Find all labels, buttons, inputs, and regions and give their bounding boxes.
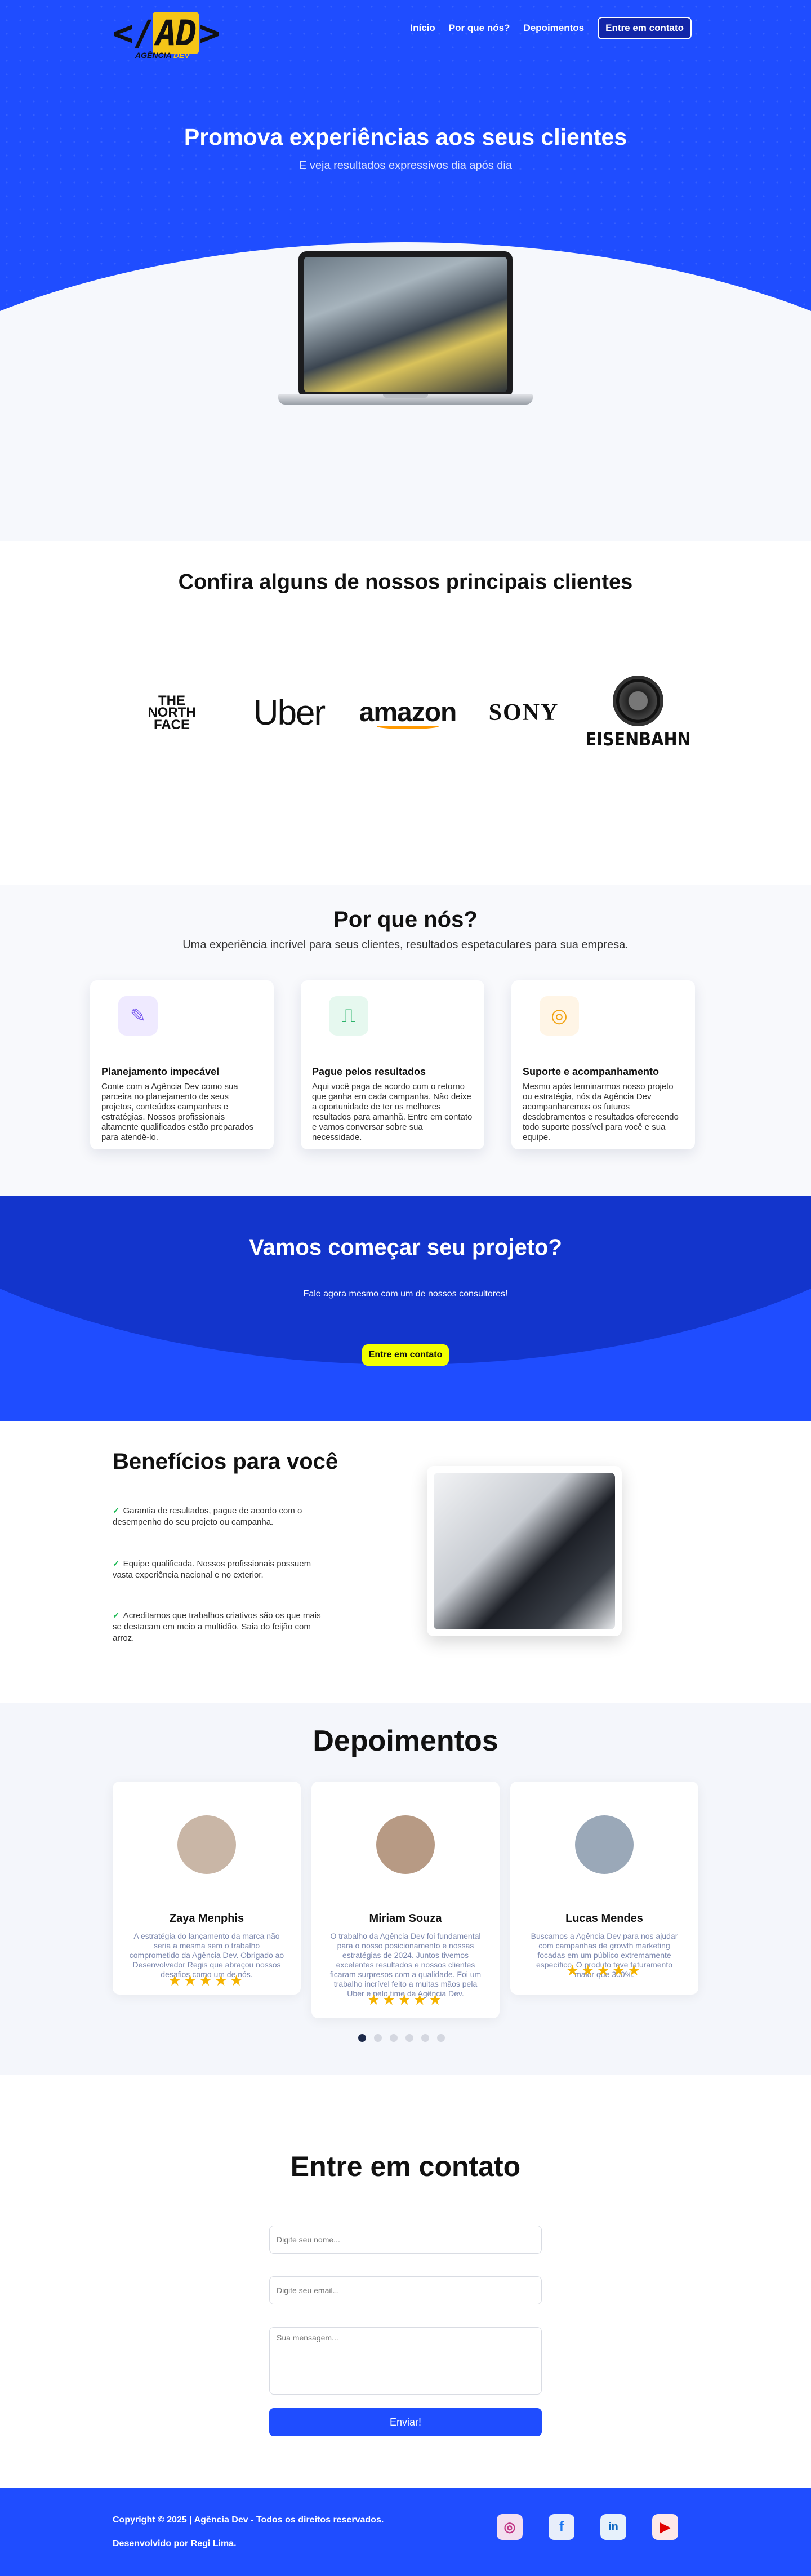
cta-subtitle: Fale agora mesmo com um de nossos consul… <box>303 1289 508 1299</box>
clients-title: Confira alguns de nossos principais clie… <box>178 570 633 594</box>
why-card-text: Mesmo após terminarmos nosso projeto ou … <box>523 1082 679 1142</box>
testimonial-text: O trabalho da Agência Dev foi fundamenta… <box>329 1931 482 1998</box>
copyright-text: Copyright © 2025 | Agência Dev - Todos o… <box>113 2515 384 2525</box>
testimonials-title: Depoimentos <box>313 1725 498 1757</box>
why-card: ✎ Planejamento impecável Conte com a Agê… <box>90 980 274 1149</box>
carousel-dot[interactable] <box>421 2034 429 2042</box>
carousel-pagination <box>358 2034 445 2042</box>
benefit-item: ✓ Garantia de resultados, pague de acordo… <box>113 1506 302 1527</box>
facebook-icon[interactable]: f <box>549 2514 574 2540</box>
nav-link-inicio[interactable]: Início <box>410 23 435 34</box>
rating-stars: ★★★★★ <box>367 1991 444 2008</box>
clipboard-edit-icon: ✎ <box>118 996 158 1036</box>
benefits-laptop-image <box>427 1466 622 1636</box>
instagram-icon[interactable]: ◎ <box>497 2514 523 2540</box>
main-nav: Início Por que nós? Depoimentos Entre em… <box>410 17 692 39</box>
why-subtitle: Uma experiência incrível para seus clien… <box>182 939 629 951</box>
benefit-item: ✓ Equipe qualificada. Nossos profissionai… <box>113 1559 311 1580</box>
check-icon: ✓ <box>113 1559 120 1569</box>
nav-link-depoimentos[interactable]: Depoimentos <box>523 23 584 34</box>
contact-section: Entre em contato Enviar! <box>0 2075 811 2488</box>
avatar <box>575 1815 634 1874</box>
testimonial-name: Lucas Mendes <box>565 1912 643 1925</box>
nav-link-por-que-nos[interactable]: Por que nós? <box>449 23 510 34</box>
eisenbahn-logo: EISENBAHN <box>585 670 691 755</box>
uber-logo: Uber <box>253 693 326 732</box>
landing-page: </AD> AGÊNCIA DEV Início Por que nós? De… <box>0 0 811 2576</box>
why-card: ⎍ Pague pelos resultados Aqui você paga … <box>301 980 484 1149</box>
why-title: Por que nós? <box>333 907 478 932</box>
footer: Copyright © 2025 | Agência Dev - Todos o… <box>0 2488 811 2576</box>
why-us-section: Por que nós? Uma experiência incrível pa… <box>0 885 811 1196</box>
check-icon: ✓ <box>113 1611 120 1620</box>
cta-contact-button[interactable]: Entre em contato <box>362 1344 449 1366</box>
lifebuoy-icon: ◎ <box>540 996 579 1036</box>
avatar <box>177 1815 236 1874</box>
why-card: ◎ Suporte e acompanhamento Mesmo após te… <box>511 980 695 1149</box>
message-field[interactable] <box>269 2327 542 2395</box>
name-field[interactable] <box>269 2226 542 2254</box>
hero-section: </AD> AGÊNCIA DEV Início Por que nós? De… <box>0 0 811 541</box>
carousel-dot[interactable] <box>390 2034 398 2042</box>
brand-logo[interactable]: </AD> AGÊNCIA DEV <box>113 12 225 69</box>
testimonial-name: Zaya Menphis <box>169 1912 244 1925</box>
carousel-dot[interactable] <box>374 2034 382 2042</box>
testimonial-card: Zaya Menphis A estratégia do lançamento … <box>113 1782 301 1995</box>
testimonial-name: Miriam Souza <box>369 1912 442 1925</box>
check-icon: ✓ <box>113 1506 120 1516</box>
submit-button[interactable]: Enviar! <box>269 2408 542 2436</box>
rating-stars: ★★★★★ <box>168 1972 246 1989</box>
carousel-dot[interactable] <box>358 2034 366 2042</box>
sony-logo: SONY <box>488 700 559 726</box>
testimonial-card: Lucas Mendes Buscamos a Agência Dev para… <box>510 1782 698 1995</box>
testimonials-section: Depoimentos Zaya Menphis A estratégia do… <box>0 1703 811 2075</box>
carousel-dot[interactable] <box>406 2034 413 2042</box>
nav-contact-button[interactable]: Entre em contato <box>598 17 692 39</box>
testimonial-card: Miriam Souza O trabalho da Agência Dev f… <box>311 1782 500 2018</box>
why-card-text: Conte com a Agência Dev como sua parceir… <box>101 1082 254 1142</box>
hero-subtitle: E veja resultados expressivos dia após d… <box>299 159 512 172</box>
why-card-text: Aqui você paga de acordo com o retorno q… <box>312 1082 473 1142</box>
email-field[interactable] <box>269 2276 542 2304</box>
linkedin-icon[interactable]: in <box>600 2514 626 2540</box>
amazon-logo: amazon <box>359 670 457 755</box>
the-north-face-logo: THE NORTH FACE <box>148 692 196 732</box>
benefits-title: Benefícios para você <box>113 1449 338 1474</box>
avatar <box>376 1815 435 1874</box>
why-card-title: Suporte e acompanhamento <box>523 1066 660 1077</box>
rating-stars: ★★★★★ <box>565 1962 643 1979</box>
contact-title: Entre em contato <box>290 2151 521 2182</box>
cta-section: Vamos começar seu projeto? Fale agora me… <box>0 1196 811 1421</box>
hero-laptop-image <box>278 251 533 408</box>
client-logos: THE NORTH FACE Uber amazon SONY EISENBAHN <box>127 670 691 755</box>
clients-section: Confira alguns de nossos principais clie… <box>0 541 811 885</box>
youtube-icon[interactable]: ▶ <box>652 2514 678 2540</box>
credit-text: Desenvolvido por Regi Lima. <box>113 2539 237 2548</box>
carousel-dot[interactable] <box>437 2034 445 2042</box>
why-card-title: Planejamento impecável <box>101 1066 220 1077</box>
why-card-title: Pague pelos resultados <box>312 1066 426 1077</box>
benefit-item: ✓ Acreditamos que trabalhos criativos são… <box>113 1611 321 1643</box>
benefits-section: Benefícios para você ✓ Garantia de result… <box>0 1421 811 1703</box>
hero-title: Promova experiências aos seus clientes <box>184 124 627 150</box>
cta-title: Vamos começar seu projeto? <box>249 1235 562 1260</box>
chart-monitor-icon: ⎍ <box>329 996 368 1036</box>
